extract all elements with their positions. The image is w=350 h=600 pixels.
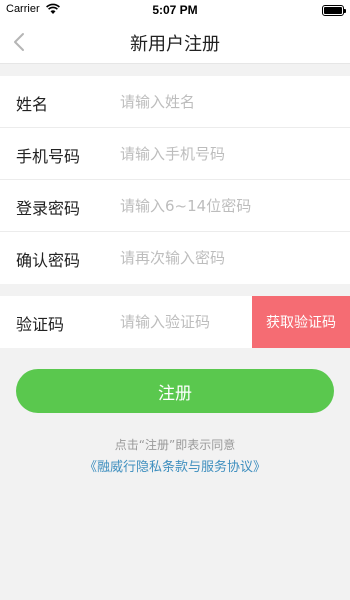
password-label: 登录密码 xyxy=(16,199,81,218)
confirm-password-label: 确认密码 xyxy=(16,251,81,270)
page-title: 新用户注册 xyxy=(130,34,220,55)
verification-code-input[interactable] xyxy=(120,306,245,338)
phone-row: 手机号码 xyxy=(0,128,350,180)
verification-code-label: 验证码 xyxy=(16,315,65,334)
register-button[interactable]: 注册 xyxy=(16,369,334,413)
name-row: 姓名 xyxy=(0,76,350,128)
name-label: 姓名 xyxy=(16,95,49,114)
nav-bar: 新用户注册 xyxy=(0,20,350,64)
privacy-agreement-link[interactable]: 《融威行隐私条款与服务协议》 xyxy=(0,456,350,475)
registration-form: 姓名 手机号码 登录密码 确认密码 xyxy=(0,76,350,284)
confirm-password-row: 确认密码 xyxy=(0,232,350,284)
get-code-button[interactable]: 获取验证码 xyxy=(252,296,350,348)
status-bar: Carrier 5:07 PM xyxy=(0,0,350,20)
name-input[interactable] xyxy=(120,86,340,118)
password-row: 登录密码 xyxy=(0,180,350,232)
confirm-password-input[interactable] xyxy=(120,242,340,274)
phone-label: 手机号码 xyxy=(16,147,81,166)
verification-code-row: 验证码 获取验证码 xyxy=(0,296,350,348)
agreement-note: 点击“注册”即表示同意 xyxy=(114,438,236,452)
phone-input[interactable] xyxy=(120,138,340,170)
status-time: 5:07 PM xyxy=(152,3,198,17)
battery-icon xyxy=(322,5,346,16)
password-input[interactable] xyxy=(120,190,340,222)
